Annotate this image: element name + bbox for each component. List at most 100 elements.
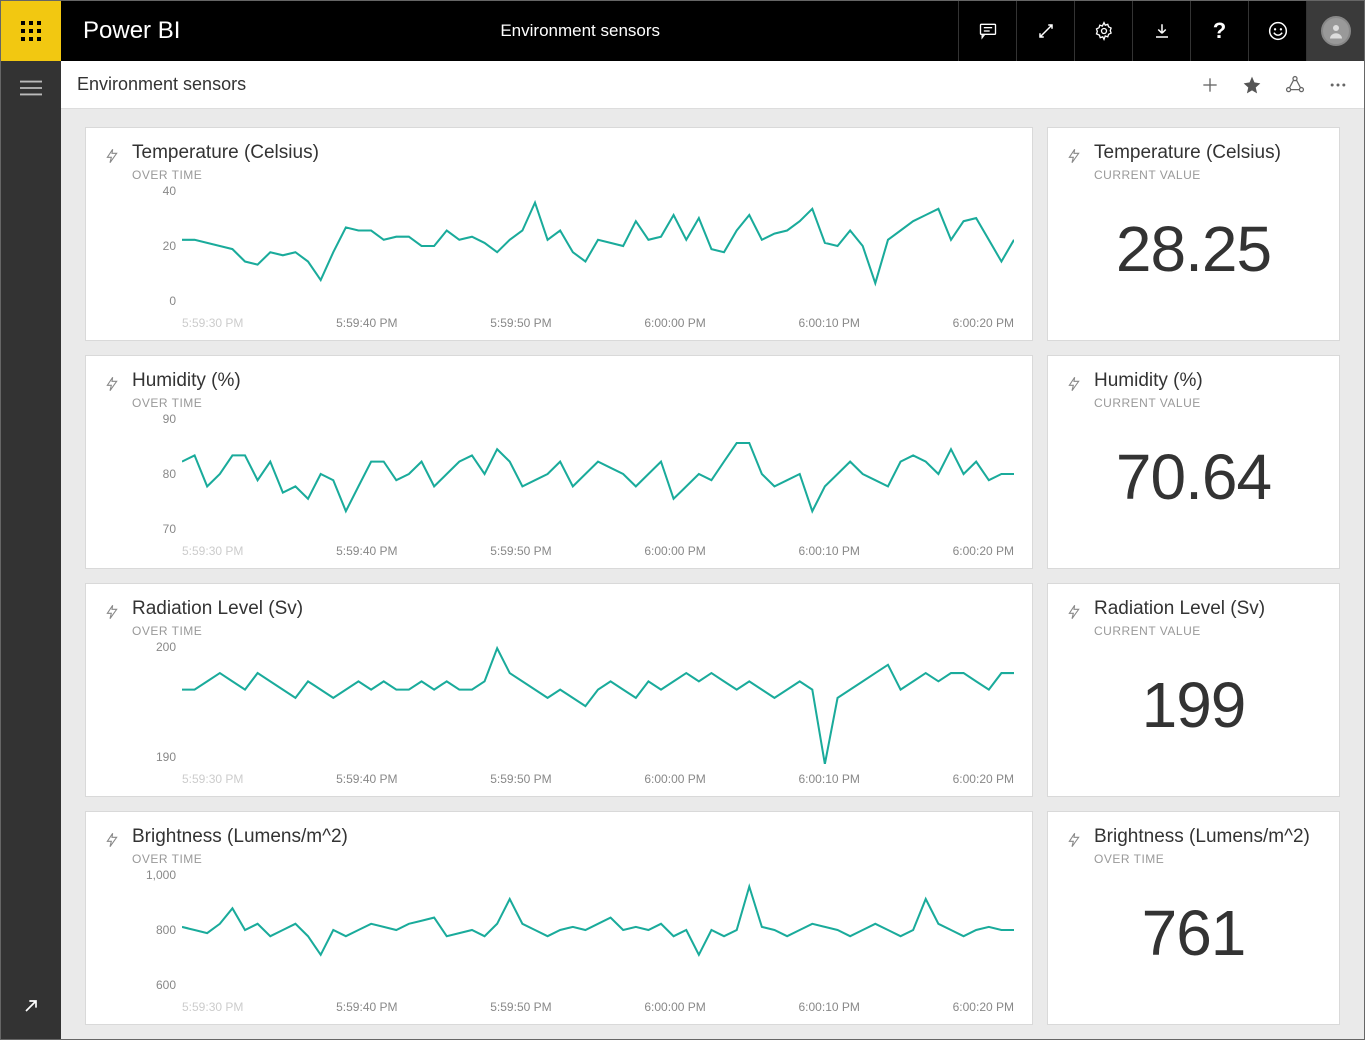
account-button[interactable]: [1306, 1, 1364, 61]
popout-button[interactable]: [21, 996, 41, 1021]
question-icon: ?: [1213, 18, 1226, 44]
lightning-icon: [1066, 146, 1082, 166]
lower-region: Environment sensors Temperature (Celsius…: [1, 61, 1364, 1039]
nav-toggle-button[interactable]: [20, 79, 42, 102]
streaming-icon: [1066, 830, 1082, 855]
more-options-button[interactable]: [1328, 75, 1348, 95]
tile-title: Temperature (Celsius): [132, 142, 319, 164]
tile-subtitle: CURRENT VALUE: [1094, 168, 1281, 182]
topbar-actions: ?: [958, 1, 1364, 61]
sub-toolbar-actions: [1200, 74, 1348, 96]
chart-tile[interactable]: Brightness (Lumens/m^2) OVER TIME 1,000800…: [85, 811, 1033, 1025]
gear-icon: [1094, 21, 1114, 41]
value-tile[interactable]: Temperature (Celsius)CURRENT VALUE 28.25: [1047, 127, 1340, 341]
lightning-icon: [104, 146, 120, 166]
chart-tile[interactable]: Radiation Level (Sv)OVER TIME2001905:59:…: [85, 583, 1033, 797]
chart-area: 402005:59:30 PM5:59:40 PM5:59:50 PM6:00:…: [182, 184, 1014, 308]
help-button[interactable]: ?: [1190, 1, 1248, 61]
tile-title: Radiation Level (Sv): [1094, 598, 1265, 620]
tile-subtitle: OVER TIME: [132, 168, 319, 182]
smile-icon: [1268, 21, 1288, 41]
current-value: 199: [1048, 668, 1339, 742]
comments-button[interactable]: [958, 1, 1016, 61]
dashboard-canvas: Temperature (Celsius)OVER TIME402005:59:…: [61, 109, 1364, 1039]
x-axis-ticks: 5:59:30 PM5:59:40 PM5:59:50 PM6:00:00 PM…: [182, 1000, 1014, 1014]
x-axis-ticks: 5:59:30 PM5:59:40 PM5:59:50 PM6:00:00 PM…: [182, 316, 1014, 330]
value-tile[interactable]: Humidity (%)CURRENT VALUE70.64: [1047, 355, 1340, 569]
tile-header: Brightness (Lumens/m^2) OVER TIME: [86, 812, 1032, 866]
tile-title: Brightness (Lumens/m^2): [132, 826, 348, 848]
hamburger-icon: [20, 79, 42, 97]
chart-tile[interactable]: Temperature (Celsius)OVER TIME402005:59:…: [85, 127, 1033, 341]
chart-area: 9080705:59:30 PM5:59:40 PM5:59:50 PM6:00…: [182, 412, 1014, 536]
y-axis-ticks: 40200: [126, 184, 176, 308]
avatar-icon: [1321, 16, 1351, 46]
waffle-icon: [21, 21, 41, 41]
document-title: Environment sensors: [202, 1, 958, 61]
line-chart: [182, 412, 1014, 536]
line-chart: [182, 868, 1014, 992]
tile-header: Radiation Level (Sv)OVER TIME: [86, 584, 1032, 638]
tile-title: Humidity (%): [132, 370, 241, 392]
streaming-icon: [104, 830, 120, 855]
related-button[interactable]: [1284, 74, 1306, 96]
feedback-button[interactable]: [1248, 1, 1306, 61]
download-button[interactable]: [1132, 1, 1190, 61]
content-area: Environment sensors Temperature (Celsius…: [61, 61, 1364, 1039]
lightning-icon: [104, 602, 120, 622]
current-value: 761: [1048, 896, 1339, 970]
star-icon: [1242, 75, 1262, 95]
line-chart: [182, 184, 1014, 308]
tile-subtitle: CURRENT VALUE: [1094, 624, 1265, 638]
tile-header: Temperature (Celsius)CURRENT VALUE: [1048, 128, 1339, 182]
tile-title: Humidity (%): [1094, 370, 1203, 392]
lightning-icon: [104, 374, 120, 394]
fullscreen-button[interactable]: [1016, 1, 1074, 61]
tile-header: Temperature (Celsius) OVER TIME: [86, 128, 1032, 182]
streaming-icon: [104, 374, 120, 399]
x-axis-ticks: 5:59:30 PM5:59:40 PM5:59:50 PM6:00:00 PM…: [182, 772, 1014, 786]
dashboard-row: Temperature (Celsius)OVER TIME402005:59:…: [85, 127, 1340, 341]
value-tile[interactable]: Radiation Level (Sv) CURRENT VALUE 199: [1047, 583, 1340, 797]
tile-subtitle: OVER TIME: [132, 624, 303, 638]
streaming-icon: [1066, 374, 1082, 399]
expand-icon: [1037, 22, 1055, 40]
y-axis-ticks: 908070: [126, 412, 176, 536]
chart-area: 1,0008006005:59:30 PM5:59:40 PM5:59:50 P…: [182, 868, 1014, 992]
app-launcher-button[interactable]: [1, 1, 61, 61]
tile-subtitle: OVER TIME: [132, 852, 348, 866]
tile-title: Brightness (Lumens/m^2): [1094, 826, 1310, 848]
settings-button[interactable]: [1074, 1, 1132, 61]
y-axis-ticks: 200190: [126, 640, 176, 764]
dashboard-row: Brightness (Lumens/m^2) OVER TIME 1,000800…: [85, 811, 1340, 1025]
tile-header: Humidity (%) OVER TIME: [86, 356, 1032, 410]
ellipsis-icon: [1328, 75, 1348, 95]
streaming-icon: [104, 602, 120, 627]
add-tile-button[interactable]: [1200, 75, 1220, 95]
comment-icon: [978, 21, 998, 41]
top-bar: Power BI Environment sensors ?: [1, 1, 1364, 61]
y-axis-ticks: 1,000800600: [126, 868, 176, 992]
tile-header: Humidity (%) CURRENT VALUE: [1048, 356, 1339, 410]
brand-label: Power BI: [61, 1, 202, 61]
line-chart: [182, 640, 1014, 764]
tile-subtitle: OVER TIME: [132, 396, 241, 410]
nav-rail: [1, 61, 61, 1039]
chart-area: 2001905:59:30 PM5:59:40 PM5:59:50 PM6:00…: [182, 640, 1014, 764]
dashboard-row: Humidity (%) OVER TIME 9080705:59:30 PM5:5…: [85, 355, 1340, 569]
person-icon: [1327, 22, 1345, 40]
lightning-icon: [104, 830, 120, 850]
arrow-out-icon: [21, 996, 41, 1016]
favorite-button[interactable]: [1242, 75, 1262, 95]
current-value: 28.25: [1048, 212, 1339, 286]
sub-toolbar: Environment sensors: [61, 61, 1364, 109]
lightning-icon: [1066, 830, 1082, 850]
download-icon: [1153, 22, 1171, 40]
value-tile[interactable]: Brightness (Lumens/m^2) OVER TIME 761: [1047, 811, 1340, 1025]
chart-tile[interactable]: Humidity (%) OVER TIME 9080705:59:30 PM5:5…: [85, 355, 1033, 569]
tile-subtitle: OVER TIME: [1094, 852, 1310, 866]
lightning-icon: [1066, 374, 1082, 394]
tile-subtitle: CURRENT VALUE: [1094, 396, 1203, 410]
streaming-icon: [1066, 146, 1082, 171]
lightning-icon: [1066, 602, 1082, 622]
